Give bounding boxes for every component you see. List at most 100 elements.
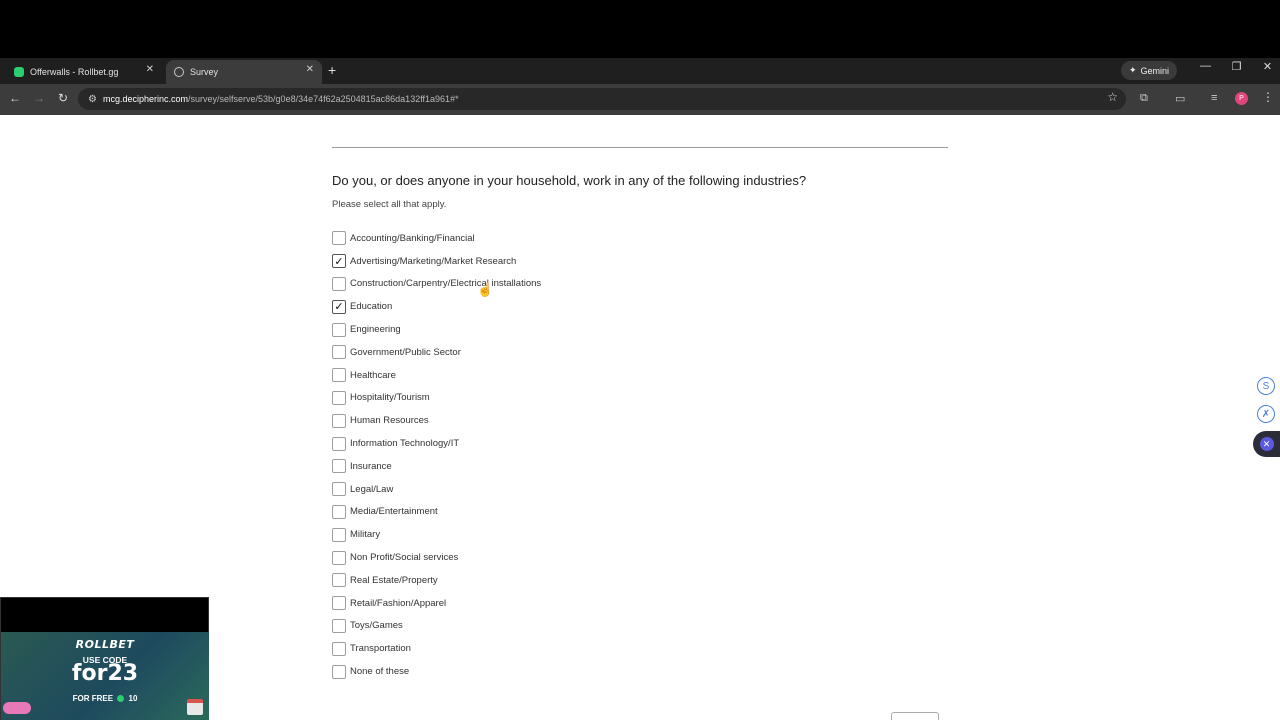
checkbox-checked[interactable]: ✓ (332, 299, 346, 314)
option-label[interactable]: Military (350, 529, 380, 540)
industry-option[interactable]: Non Profit/Social services (332, 546, 541, 569)
tab-offerwalls[interactable]: Offerwalls - Rollbet.gg ✕ (0, 60, 162, 84)
tab-strip: Offerwalls - Rollbet.gg ✕ Survey ✕ (0, 58, 1280, 84)
site-info-icon[interactable]: ⚙ (88, 94, 97, 105)
option-label[interactable]: Construction/Carpentry/Electrical instal… (350, 278, 541, 289)
checkbox[interactable] (332, 436, 346, 451)
industry-option[interactable]: ✓ Advertising/Marketing/Market Research (332, 250, 541, 273)
side-icon-extension[interactable]: ✕ (1253, 431, 1280, 457)
option-label[interactable]: Hospitality/Tourism (350, 392, 430, 403)
gift-icon (187, 699, 203, 715)
restore-icon[interactable]: ❐ (1230, 60, 1243, 73)
minimize-icon[interactable]: — (1199, 60, 1212, 73)
option-label[interactable]: Insurance (350, 461, 392, 472)
checkbox[interactable] (332, 573, 346, 588)
menu-kebab-icon[interactable]: ⋮ (1262, 90, 1274, 104)
industry-option[interactable]: Hospitality/Tourism (332, 387, 541, 410)
industry-option[interactable]: Legal/Law (332, 478, 541, 501)
industry-option[interactable]: Engineering (332, 318, 541, 341)
checkbox[interactable] (332, 459, 346, 474)
option-label[interactable]: Media/Entertainment (350, 506, 438, 517)
rollbet-promo-overlay[interactable]: ROLLBET USE CODE for23 FOR FREE 10 (0, 597, 209, 720)
sparkle-icon: ✦ (1128, 65, 1137, 75)
option-label[interactable]: Government/Public Sector (350, 347, 461, 358)
checkbox[interactable] (332, 322, 346, 337)
globe-favicon-icon (174, 67, 184, 77)
option-label[interactable]: Education (350, 301, 392, 312)
option-label[interactable]: Engineering (350, 324, 401, 335)
option-label[interactable]: Healthcare (350, 370, 396, 381)
forward-icon[interactable]: → (32, 91, 46, 105)
industry-option[interactable]: Healthcare (332, 364, 541, 387)
industry-option[interactable]: Human Resources (332, 409, 541, 432)
checkbox-checked[interactable]: ✓ (332, 254, 346, 269)
industry-option[interactable]: Information Technology/IT (332, 432, 541, 455)
bookmark-star-icon[interactable]: ☆ (1107, 90, 1118, 104)
side-icon-x[interactable]: ✗ (1257, 405, 1275, 423)
checkbox[interactable] (332, 413, 346, 428)
next-button[interactable] (891, 712, 939, 720)
profile-avatar[interactable]: P (1235, 92, 1248, 105)
tab-survey[interactable]: Survey ✕ (166, 60, 322, 84)
extensions-icon[interactable]: ⧉ (1140, 92, 1148, 105)
industry-option[interactable]: Military (332, 523, 541, 546)
checkbox[interactable] (332, 345, 346, 360)
mascot-icon (3, 702, 31, 714)
checkbox[interactable] (332, 276, 346, 291)
url-text: mcg.decipherinc.com/survey/selfserve/53b… (102, 94, 459, 104)
checkbox[interactable] (332, 390, 346, 405)
option-label[interactable]: Advertising/Marketing/Market Research (350, 256, 516, 267)
industry-option[interactable]: ✓ Education (332, 295, 541, 318)
industry-option[interactable]: Government/Public Sector (332, 341, 541, 364)
option-label[interactable]: Information Technology/IT (350, 438, 459, 449)
rollbet-favicon-icon (14, 67, 24, 77)
option-label[interactable]: Retail/Fashion/Apparel (350, 598, 446, 609)
industry-option[interactable]: Transportation (332, 637, 541, 660)
gemini-button[interactable]: ✦ Gemini (1121, 61, 1177, 80)
reload-icon[interactable]: ↻ (56, 91, 70, 105)
option-label[interactable]: None of these (350, 666, 409, 677)
side-icon-s[interactable]: S (1257, 377, 1275, 395)
coin-icon (117, 695, 125, 703)
hand-cursor-icon: ☝ (477, 282, 494, 297)
address-bar[interactable]: ⚙ mcg.decipherinc.com/survey/selfserve/5… (78, 88, 1126, 110)
option-label[interactable]: Toys/Games (350, 620, 403, 631)
rollbet-logo: ROLLBET (75, 638, 135, 651)
back-icon[interactable]: ← (8, 91, 22, 105)
option-label[interactable]: Real Estate/Property (350, 575, 438, 586)
checkbox[interactable] (332, 527, 346, 542)
new-tab-button[interactable]: + (328, 62, 336, 78)
checkbox[interactable] (332, 664, 346, 679)
industry-option[interactable]: Real Estate/Property (332, 569, 541, 592)
section-divider (332, 147, 948, 148)
checkbox[interactable] (332, 596, 346, 611)
industry-option[interactable]: Insurance (332, 455, 541, 478)
gemini-label: Gemini (1140, 65, 1170, 76)
checkbox[interactable] (332, 482, 346, 497)
checkbox[interactable] (332, 618, 346, 633)
option-label[interactable]: Accounting/Banking/Financial (350, 233, 475, 244)
free-text: FOR FREE 10 (72, 694, 138, 703)
close-window-icon[interactable]: ✕ (1261, 60, 1274, 73)
option-label[interactable]: Non Profit/Social services (350, 552, 458, 563)
checkbox[interactable] (332, 641, 346, 656)
close-tab-icon[interactable]: ✕ (146, 64, 154, 75)
media-icon[interactable]: ≡ (1211, 92, 1217, 104)
industry-option[interactable]: None of these (332, 660, 541, 683)
industry-option[interactable]: Media/Entertainment (332, 501, 541, 524)
option-label[interactable]: Legal/Law (350, 484, 393, 495)
close-tab-icon[interactable]: ✕ (306, 64, 314, 75)
option-label[interactable]: Human Resources (350, 415, 429, 426)
tab-title: Offerwalls - Rollbet.gg (30, 67, 119, 77)
checkbox[interactable] (332, 504, 346, 519)
industry-option[interactable]: Construction/Carpentry/Electrical instal… (332, 273, 541, 296)
checkbox[interactable] (332, 231, 346, 246)
options-list: Accounting/Banking/Financial ✓ Advertising… (332, 227, 541, 683)
industry-option[interactable]: Accounting/Banking/Financial (332, 227, 541, 250)
industry-option[interactable]: Toys/Games (332, 615, 541, 638)
industry-option[interactable]: Retail/Fashion/Apparel (332, 592, 541, 615)
checkbox[interactable] (332, 550, 346, 565)
cast-icon[interactable]: ▭ (1175, 92, 1185, 105)
option-label[interactable]: Transportation (350, 643, 411, 654)
checkbox[interactable] (332, 368, 346, 383)
